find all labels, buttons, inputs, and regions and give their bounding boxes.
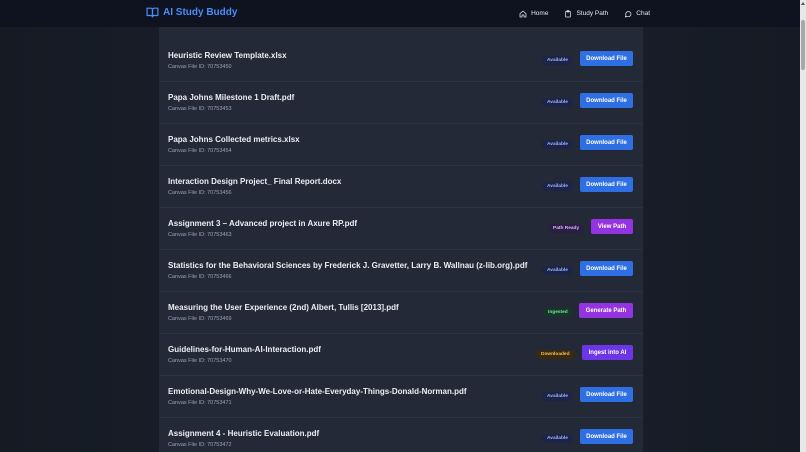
status-badge: Available	[542, 266, 573, 275]
scroll-up-arrow-icon[interactable]	[801, 2, 805, 5]
file-id: Canvas File ID: 70753454	[168, 148, 232, 154]
status-badge: Available	[542, 56, 573, 65]
file-list: Heuristic Review Template.xlsx Canvas Fi…	[159, 0, 643, 452]
nav-study-path-label: Study Path	[576, 10, 609, 17]
file-id: Canvas File ID: 70753471	[168, 400, 232, 406]
file-id: Canvas File ID: 70753469	[168, 316, 232, 322]
file-row: Papa Johns Collected metrics.xlsx Canvas…	[159, 124, 643, 166]
nav-chat[interactable]: Chat	[624, 10, 650, 18]
nav-study-path[interactable]: Study Path	[564, 9, 609, 18]
chat-bubble-icon	[625, 10, 632, 17]
ingest-into-ai-button[interactable]: Ingest into AI	[582, 345, 633, 360]
file-name: Heuristic Review Template.xlsx	[168, 51, 287, 60]
app-page: AI Study Buddy Home Study Path Chat Heur…	[0, 0, 806, 452]
nav-home[interactable]: Home	[519, 10, 548, 18]
file-id: Canvas File ID: 70753463	[168, 232, 232, 238]
file-row: Emotional-Design-Why-We-Love-or-Hate-Eve…	[159, 376, 643, 418]
brand[interactable]: AI Study Buddy	[146, 6, 237, 19]
status-badge: Downloaded	[536, 350, 575, 359]
download-file-button[interactable]: Download File	[580, 429, 633, 444]
file-name: Papa Johns Milestone 1 Draft.pdf	[168, 93, 295, 102]
nav-links: Home Study Path Chat	[503, 0, 650, 27]
download-file-button[interactable]: Download File	[580, 387, 633, 402]
file-row: Heuristic Review Template.xlsx Canvas Fi…	[159, 40, 643, 82]
file-id: Canvas File ID: 70753466	[168, 274, 232, 280]
file-id: Canvas File ID: 70753470	[168, 358, 232, 364]
app-title: AI Study Buddy	[163, 7, 238, 18]
file-row: Interaction Design Project_ Final Report…	[159, 166, 643, 208]
page-scrollbar[interactable]	[800, 0, 806, 452]
download-file-button[interactable]: Download File	[580, 261, 633, 276]
nav-chat-label: Chat	[636, 10, 650, 17]
file-name: Interaction Design Project_ Final Report…	[168, 177, 342, 186]
file-name: Emotional-Design-Why-We-Love-or-Hate-Eve…	[168, 387, 467, 396]
file-row: Assignment 3 – Advanced project in Axure…	[159, 208, 643, 250]
file-name: Measuring the User Experience (2nd) Albe…	[168, 303, 399, 312]
status-badge: Path Ready	[548, 224, 585, 233]
file-name: Papa Johns Collected metrics.xlsx	[168, 135, 300, 144]
download-file-button[interactable]: Download File	[580, 93, 633, 108]
file-name: Guidelines-for-Human-AI-Interaction.pdf	[168, 345, 321, 354]
top-navbar: AI Study Buddy Home Study Path Chat	[0, 0, 800, 27]
home-icon	[519, 10, 527, 17]
open-book-icon	[146, 6, 159, 19]
status-badge: Available	[542, 98, 573, 107]
file-row: Statistics for the Behavioral Sciences b…	[159, 250, 643, 292]
view-path-button[interactable]: View Path	[591, 219, 633, 234]
status-badge: Available	[542, 182, 573, 191]
download-file-button[interactable]: Download File	[580, 135, 633, 150]
file-name: Assignment 3 – Advanced project in Axure…	[168, 219, 358, 228]
status-badge: Available	[542, 434, 573, 443]
file-name: Statistics for the Behavioral Sciences b…	[168, 261, 528, 270]
file-id: Canvas File ID: 70753453	[168, 106, 232, 112]
scroll-thumb[interactable]	[801, 20, 805, 70]
status-badge: Available	[542, 392, 573, 401]
download-file-button[interactable]: Download File	[580, 177, 633, 192]
generate-path-button[interactable]: Generate Path	[579, 303, 633, 318]
file-row: Assignment 4 - Heuristic Evaluation.pdf …	[159, 418, 643, 452]
clipboard-icon	[565, 9, 572, 17]
status-badge: Ingested	[543, 308, 573, 317]
status-badge: Available	[542, 140, 573, 149]
download-file-button[interactable]: Download File	[580, 51, 633, 66]
nav-home-label: Home	[531, 10, 549, 17]
file-id: Canvas File ID: 70753472	[168, 442, 232, 448]
file-id: Canvas File ID: 70753450	[168, 64, 232, 70]
file-name: Assignment 4 - Heuristic Evaluation.pdf	[168, 429, 320, 438]
file-row: Measuring the User Experience (2nd) Albe…	[159, 292, 643, 334]
file-row: Guidelines-for-Human-AI-Interaction.pdf …	[159, 334, 643, 376]
file-row: Papa Johns Milestone 1 Draft.pdf Canvas …	[159, 82, 643, 124]
file-id: Canvas File ID: 70753456	[168, 190, 232, 196]
